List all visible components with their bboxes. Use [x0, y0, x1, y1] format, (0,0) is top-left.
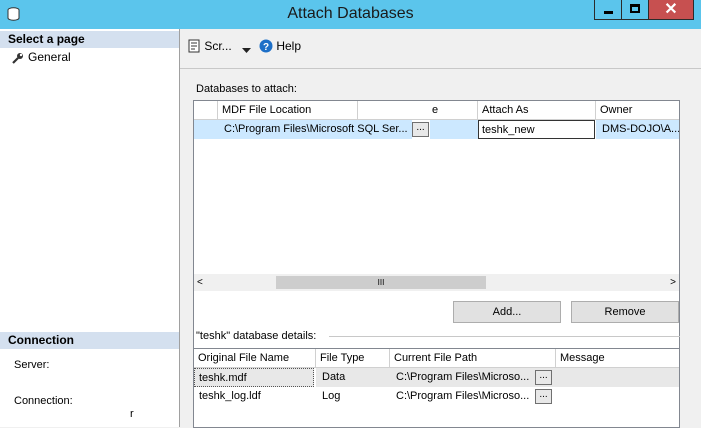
page-item-general[interactable]: General: [12, 49, 71, 65]
scroll-right-icon[interactable]: >: [670, 277, 676, 288]
minimize-icon: [604, 11, 613, 14]
original-file-name-cell[interactable]: teshk.mdf: [194, 368, 314, 387]
owner-cell[interactable]: DMS-DOJO\A...: [596, 120, 679, 139]
connection-value: r: [130, 408, 134, 420]
script-label: Scr...: [204, 39, 232, 53]
select-page-header: Select a page: [0, 31, 179, 48]
file-type-cell[interactable]: Data: [316, 368, 390, 387]
server-label: Server:: [14, 359, 50, 371]
close-button[interactable]: ✕: [648, 0, 694, 20]
current-file-path-cell[interactable]: C:\Program Files\Microso...: [390, 368, 556, 387]
scroll-left-icon[interactable]: <: [197, 277, 203, 288]
close-icon: ✕: [664, 1, 678, 18]
details-grid: Original File Name File Type Current Fil…: [193, 348, 680, 428]
current-file-path-cell[interactable]: C:\Program Files\Microso...: [390, 387, 556, 406]
column-header-current-file-path[interactable]: Current File Path: [390, 349, 556, 368]
table-row[interactable]: C:\Program Files\Microsoft SQL Ser... ..…: [194, 120, 679, 140]
wrench-icon: [12, 52, 23, 64]
table-row[interactable]: teshk.mdf Data C:\Program Files\Microso.…: [194, 368, 679, 387]
browse-path-button[interactable]: ...: [535, 370, 552, 385]
table-row[interactable]: teshk_log.ldf Log C:\Program Files\Micro…: [194, 387, 679, 406]
file-type-cell[interactable]: Log: [316, 387, 390, 406]
column-header-mdf-file-location[interactable]: MDF File Location: [218, 101, 358, 120]
original-file-name-cell[interactable]: teshk_log.ldf: [194, 387, 316, 406]
help-label: Help: [276, 39, 302, 53]
grid-header-corner: [194, 101, 218, 120]
database-details-label: "teshk" database details:: [196, 330, 317, 342]
scroll-thumb[interactable]: III: [276, 276, 486, 289]
script-icon: [188, 39, 200, 53]
connection-header: Connection: [0, 332, 179, 349]
main-content: Databases to attach: MDF File Location e…: [181, 63, 701, 428]
left-panel: Select a page General Connection Server:…: [0, 29, 180, 427]
connection-label: Connection:: [14, 395, 73, 407]
row-selector[interactable]: [194, 120, 218, 139]
browse-mdf-button[interactable]: ...: [412, 122, 429, 137]
message-cell[interactable]: [556, 387, 679, 406]
attach-as-input[interactable]: teshk_new: [478, 120, 595, 139]
column-header-original-file-name[interactable]: Original File Name: [194, 349, 316, 368]
column-header-attach-as[interactable]: Attach As: [478, 101, 596, 120]
svg-text:?: ?: [263, 42, 269, 53]
column-header-file-type[interactable]: File Type: [316, 349, 390, 368]
column-header-message[interactable]: Message: [556, 349, 679, 368]
mdf-location-cell[interactable]: C:\Program Files\Microsoft SQL Ser...: [218, 120, 412, 139]
script-dropdown-arrow[interactable]: [242, 42, 251, 58]
help-icon: ?: [259, 39, 273, 53]
add-button[interactable]: Add...: [453, 301, 561, 323]
databases-to-attach-label: Databases to attach:: [196, 83, 297, 95]
title-bar: Attach Databases ✕: [0, 0, 701, 29]
column-header-owner[interactable]: Owner: [596, 101, 679, 120]
script-button[interactable]: Scr...: [187, 38, 232, 54]
maximize-button[interactable]: [621, 0, 649, 20]
column-header-database-name[interactable]: e: [358, 101, 478, 120]
maximize-icon: [630, 4, 640, 13]
database-name-cell[interactable]: [430, 120, 478, 139]
browse-path-button[interactable]: ...: [535, 389, 552, 404]
chevron-down-icon: [242, 48, 251, 53]
page-item-label: General: [28, 50, 71, 64]
message-cell[interactable]: [556, 368, 679, 387]
help-button[interactable]: ? Help: [259, 38, 301, 54]
remove-button[interactable]: Remove: [571, 301, 679, 323]
toolbar: Scr... ? Help: [181, 29, 701, 63]
horizontal-scrollbar[interactable]: < III >: [194, 274, 679, 291]
details-divider: [329, 336, 680, 337]
minimize-button[interactable]: [594, 0, 622, 20]
